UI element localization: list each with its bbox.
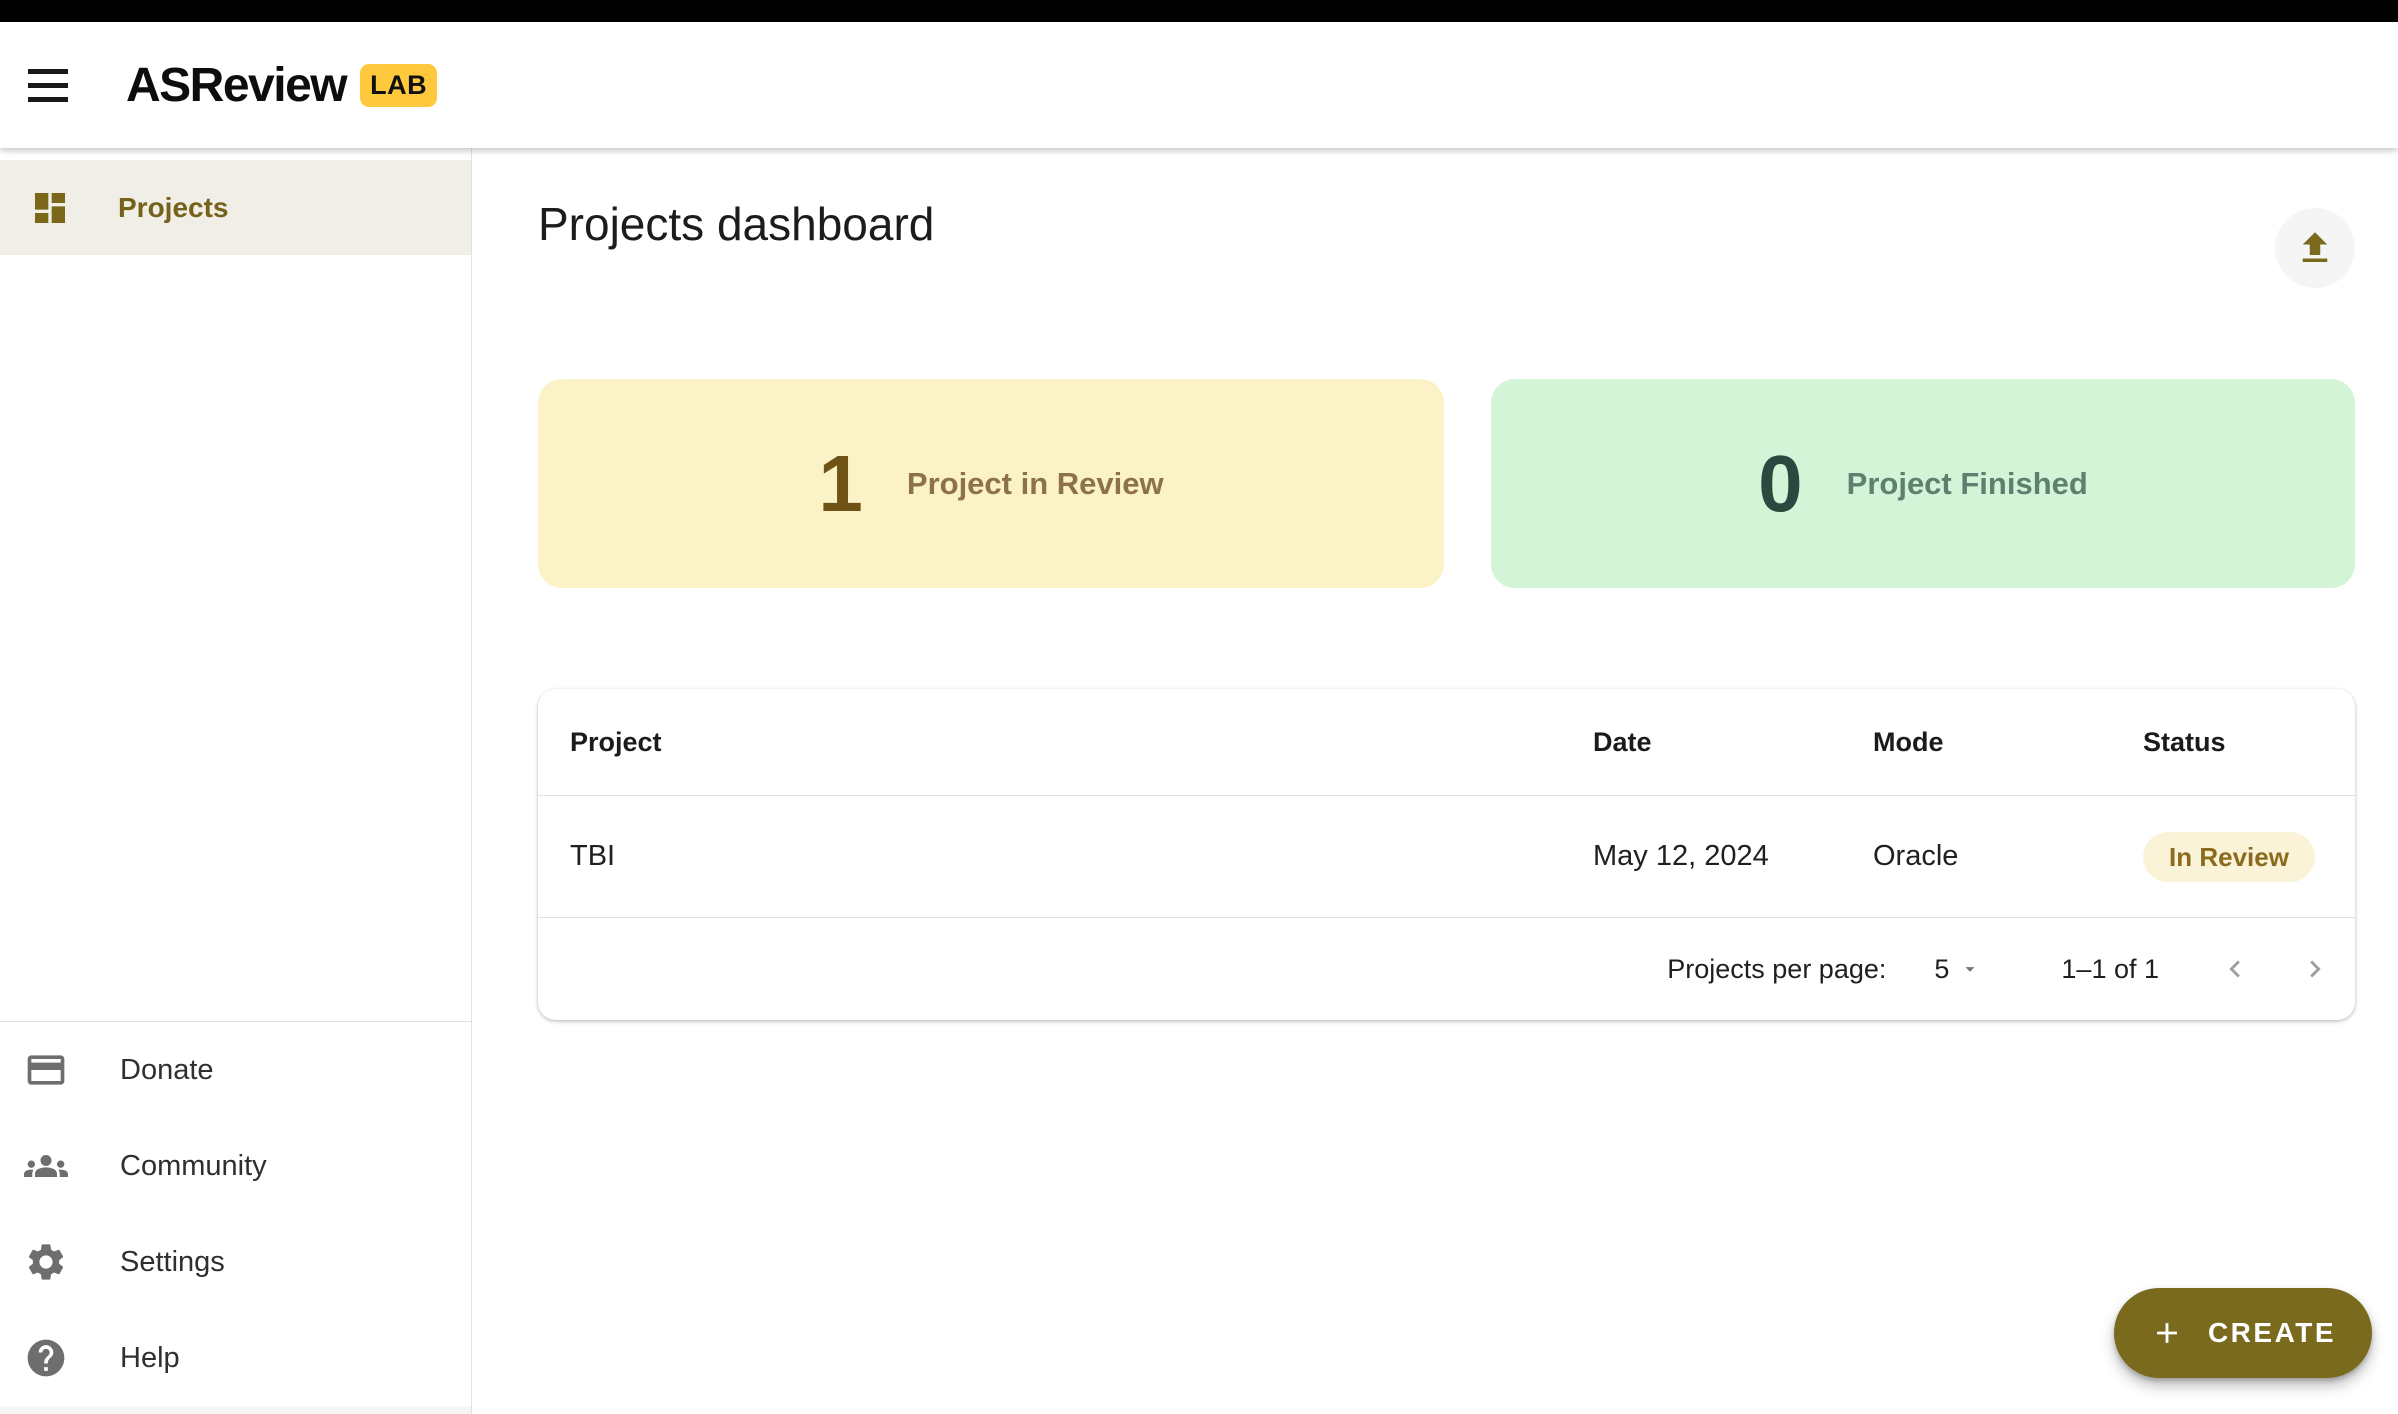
chevron-right-icon xyxy=(2298,952,2332,986)
sidebar-bottom-strip xyxy=(0,1406,471,1414)
column-header-mode: Mode xyxy=(1873,727,2143,758)
help-icon xyxy=(24,1336,68,1380)
create-button[interactable]: CREATE xyxy=(2114,1288,2372,1378)
in-review-stat-card: 1 Project in Review xyxy=(538,379,1444,588)
sidebar: Projects Donate Community xyxy=(0,148,472,1414)
create-button-label: CREATE xyxy=(2208,1317,2336,1349)
app-bar: ASReview LAB xyxy=(0,22,2398,148)
status-cell: In Review xyxy=(2143,832,2355,882)
brand-name: ASReview xyxy=(126,58,346,113)
app-logo: ASReview LAB xyxy=(126,58,437,113)
chevron-down-icon xyxy=(1959,958,1981,980)
menu-button[interactable] xyxy=(28,53,92,117)
hamburger-icon xyxy=(28,69,68,74)
rows-per-page-value: 5 xyxy=(1934,954,1949,985)
finished-label: Project Finished xyxy=(1847,466,2088,502)
page-title: Projects dashboard xyxy=(538,197,934,251)
finished-count: 0 xyxy=(1758,444,1803,524)
next-page-button[interactable] xyxy=(2291,945,2339,993)
sidebar-secondary-nav: Donate Community Settings xyxy=(0,1021,471,1406)
project-name-cell: TBI xyxy=(570,840,1593,873)
top-black-bar xyxy=(0,0,2398,22)
sidebar-item-label: Settings xyxy=(120,1246,225,1279)
table-pagination: Projects per page: 5 1–1 of 1 xyxy=(538,918,2355,1020)
sidebar-item-settings[interactable]: Settings xyxy=(0,1214,471,1310)
sidebar-item-label: Donate xyxy=(120,1054,214,1087)
rows-per-page-select[interactable]: 5 xyxy=(1934,954,1981,985)
dashboard-icon xyxy=(30,188,70,228)
sidebar-item-label: Help xyxy=(120,1342,180,1375)
sidebar-item-projects[interactable]: Projects xyxy=(0,160,471,255)
lab-badge: LAB xyxy=(360,64,437,107)
asreview-app: ASReview LAB Projects Donate xyxy=(0,0,2398,1414)
sidebar-primary-nav: Projects xyxy=(0,148,471,255)
gear-icon xyxy=(24,1240,68,1284)
chevron-left-icon xyxy=(2218,952,2252,986)
table-row[interactable]: TBI May 12, 2024 Oracle In Review xyxy=(538,796,2355,918)
mode-cell: Oracle xyxy=(1873,840,2143,873)
upload-icon xyxy=(2294,227,2336,269)
date-cell: May 12, 2024 xyxy=(1593,840,1873,873)
sidebar-item-label: Community xyxy=(120,1150,267,1183)
main-content: Projects dashboard 1 Project in Review 0… xyxy=(472,148,2398,1414)
column-header-project: Project xyxy=(570,727,1593,758)
table-header-row: Project Date Mode Status xyxy=(538,689,2355,796)
sidebar-item-community[interactable]: Community xyxy=(0,1118,471,1214)
in-review-count: 1 xyxy=(818,444,863,524)
column-header-date: Date xyxy=(1593,727,1873,758)
payment-icon xyxy=(24,1048,68,1092)
sidebar-item-label: Projects xyxy=(118,192,229,224)
sidebar-item-help[interactable]: Help xyxy=(0,1310,471,1406)
column-header-status: Status xyxy=(2143,727,2355,758)
finished-stat-card: 0 Project Finished xyxy=(1491,379,2355,588)
pagination-range: 1–1 of 1 xyxy=(2061,954,2159,985)
groups-icon xyxy=(24,1144,68,1188)
sidebar-item-donate[interactable]: Donate xyxy=(0,1022,471,1118)
import-project-button[interactable] xyxy=(2275,208,2355,288)
status-badge: In Review xyxy=(2143,832,2315,882)
plus-icon xyxy=(2150,1316,2184,1350)
projects-table: Project Date Mode Status TBI May 12, 202… xyxy=(538,689,2355,1020)
rows-per-page-label: Projects per page: xyxy=(1667,954,1886,985)
prev-page-button[interactable] xyxy=(2211,945,2259,993)
stats-row: 1 Project in Review 0 Project Finished xyxy=(538,379,2355,588)
in-review-label: Project in Review xyxy=(907,466,1164,502)
